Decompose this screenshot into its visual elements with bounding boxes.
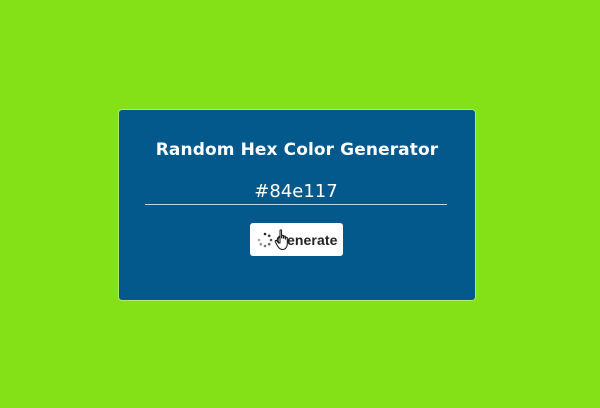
spinner-icon [257,232,273,247]
generator-card: Random Hex Color Generator #84e117 Gener… [119,110,475,300]
generate-button[interactable]: Generate [250,223,343,256]
generate-button-label: Generate [276,231,338,248]
hex-color-output: #84e117 [145,179,447,205]
page-title: Random Hex Color Generator [155,140,439,160]
